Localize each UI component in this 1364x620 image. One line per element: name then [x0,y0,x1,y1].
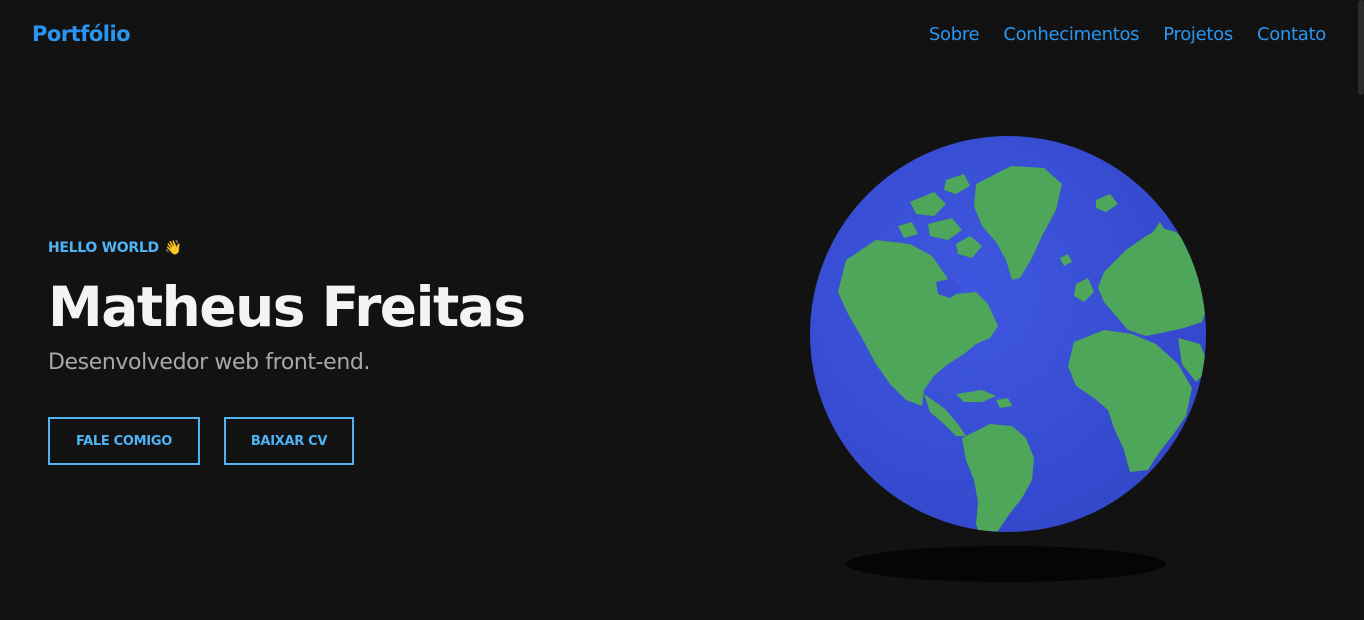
scrollbar-thumb[interactable] [1358,0,1364,95]
download-cv-button[interactable]: BAIXAR CV [224,417,354,465]
page: Portfólio Sobre Conhecimentos Projetos C… [0,0,1364,620]
hero-name: Matheus Freitas [48,275,526,339]
globe-icon [810,136,1206,532]
nav-item-sobre[interactable]: Sobre [929,24,980,45]
nav-item-projetos[interactable]: Projetos [1163,24,1233,45]
globe-shadow [846,546,1166,582]
scrollbar[interactable] [1358,0,1364,620]
nav-item-conhecimentos[interactable]: Conhecimentos [1003,24,1139,45]
globe-illustration [806,132,1210,540]
greeting: HELLO WORLD 👋 [48,240,525,256]
hero-buttons: FALE COMIGO BAIXAR CV [48,417,525,465]
nav-menu: Sobre Conhecimentos Projetos Contato [929,24,1326,45]
contact-button[interactable]: FALE COMIGO [48,417,200,465]
logo[interactable]: Portfólio [32,22,131,46]
waving-hand-icon: 👋 [164,240,182,256]
nav-item-contato[interactable]: Contato [1257,24,1326,45]
greeting-text: HELLO WORLD [48,240,159,256]
hero-subtitle: Desenvolvedor web front-end. [48,350,371,375]
hero-section: HELLO WORLD 👋 Matheus Freitas Desenvolve… [48,240,526,465]
